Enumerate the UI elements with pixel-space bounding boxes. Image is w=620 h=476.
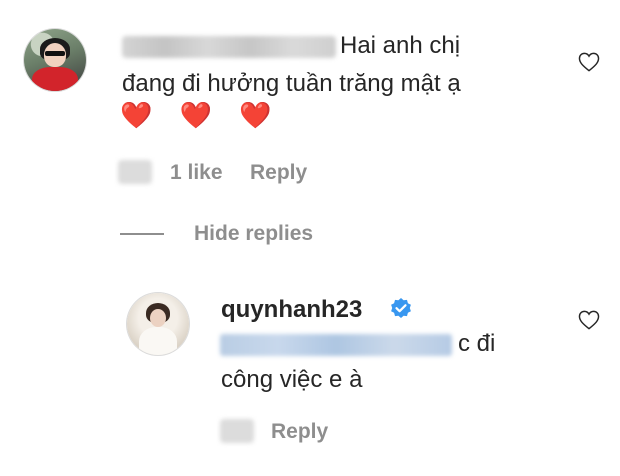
like-heart-icon[interactable] xyxy=(578,52,600,72)
comment-text-line1: Hai anh chị xyxy=(340,32,461,59)
verified-badge-icon xyxy=(391,298,411,318)
reply-text-line2: công việc e à xyxy=(221,366,363,393)
comment-emoji: ❤️ ❤️ ❤️ xyxy=(120,100,282,130)
comment-reply-button[interactable]: Reply xyxy=(250,161,307,185)
reply-like-heart-icon[interactable] xyxy=(578,310,600,330)
reply-avatar[interactable] xyxy=(127,293,189,355)
reply-timestamp-blurred xyxy=(220,419,254,443)
comment-text-line2: đang đi hưởng tuần trăng mật ạ xyxy=(122,70,461,97)
commenter-username-blurred[interactable] xyxy=(122,36,336,58)
commenter-avatar[interactable] xyxy=(24,29,86,91)
comment-timestamp-blurred xyxy=(118,160,152,184)
reply-reply-button[interactable]: Reply xyxy=(271,420,328,444)
reply-username[interactable]: quynhanh23 xyxy=(221,296,362,324)
replies-divider-line xyxy=(120,233,164,235)
reply-text-line1: c đi xyxy=(458,330,496,357)
hide-replies-button[interactable]: Hide replies xyxy=(194,222,313,246)
comment-likes-count[interactable]: 1 like xyxy=(170,161,223,185)
reply-mention-blurred[interactable] xyxy=(220,334,452,356)
